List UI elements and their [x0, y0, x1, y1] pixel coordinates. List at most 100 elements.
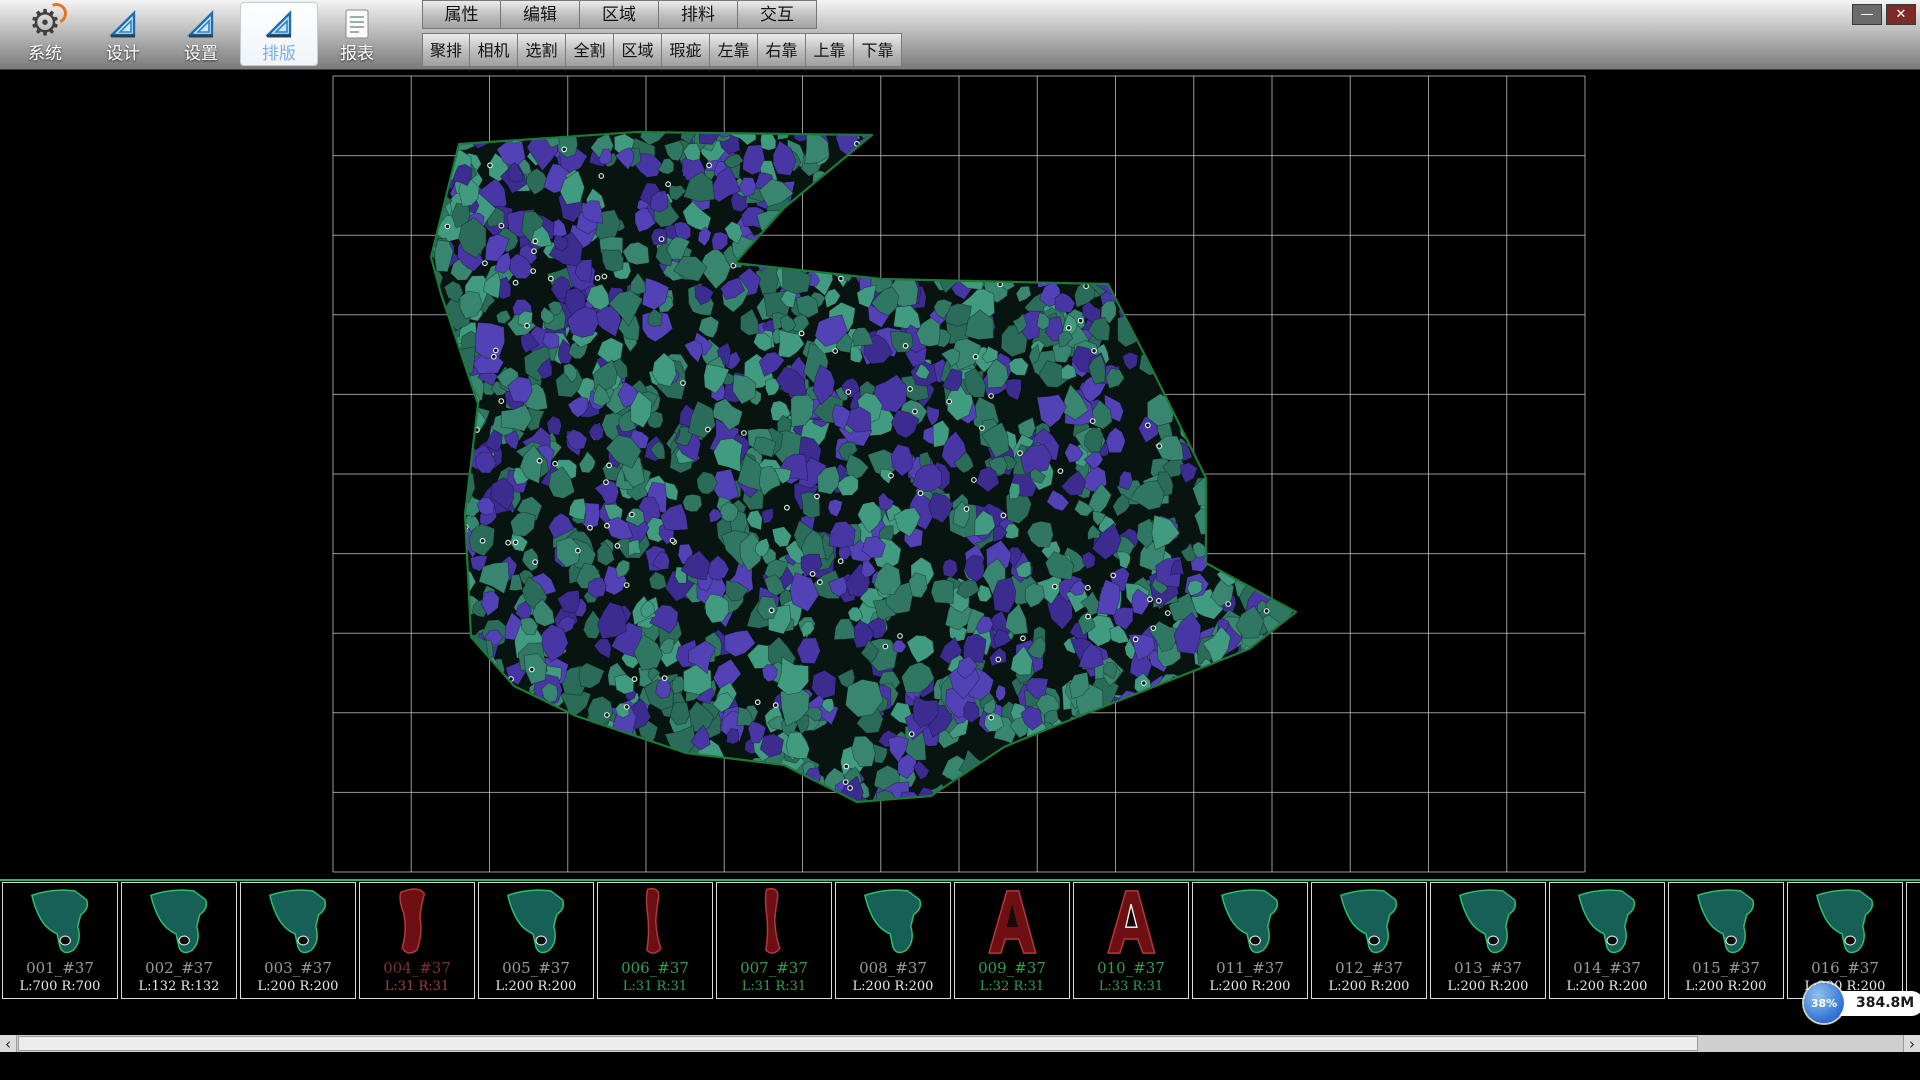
ruler-icon [264, 9, 294, 39]
piece-lr-count: L:31 R:31 [717, 979, 831, 994]
piece-thumbnail[interactable]: 002_#37 L:132 R:132 [121, 882, 237, 999]
piece-thumbnail[interactable]: 011_#37 L:200 R:200 [1192, 882, 1308, 999]
menu-tab-properties[interactable]: 属性 [422, 0, 501, 29]
piece-lr-count: L:200 R:200 [1312, 979, 1426, 994]
window-controls: — ✕ [1852, 4, 1916, 25]
piece-id-label: 012_#37 [1312, 959, 1426, 977]
piece-shape [1439, 885, 1537, 959]
piece-thumbnail[interactable]: 016_#37L:200 R:200 [1787, 882, 1903, 999]
main-button-system[interactable]: ⚙系统 [6, 2, 84, 66]
main-button-bar: ⚙系统设计设置排版报表 [6, 2, 396, 68]
toolbar: ⚙系统设计设置排版报表 属性编辑区域排料交互 聚排相机选割全割区域瑕疵左靠右靠上… [0, 0, 1920, 70]
piece-id-label: 002_#37 [122, 959, 236, 977]
piece-lr-count: L:132 R:132 [122, 979, 236, 994]
tool-button-defect[interactable]: 瑕疵 [662, 33, 710, 67]
piece-thumbnail[interactable]: 013_#37L:200 R:200 [1430, 882, 1546, 999]
horizontal-scrollbar[interactable]: ‹ › [0, 1035, 1920, 1052]
main-button-design[interactable]: 设计 [84, 2, 162, 66]
piece-shape [11, 885, 109, 959]
main-button-label: 系统 [28, 44, 62, 64]
scroll-right-arrow[interactable]: › [1903, 1035, 1920, 1052]
piece-thumbnail[interactable]: 010_#37 L:33 R:31 [1073, 882, 1189, 999]
piece-lr-count: L:200 R:200 [836, 979, 950, 994]
tool-button-snap-bottom[interactable]: 下靠 [854, 33, 902, 67]
tool-button-snap-left[interactable]: 左靠 [710, 33, 758, 67]
main-button-settings[interactable]: 设置 [162, 2, 240, 66]
piece-id-label: 014_#37 [1550, 959, 1664, 977]
piece-thumbnail[interactable]: 009_#37 L:32 R:31 [954, 882, 1070, 999]
piece-lr-count: L:200 R:200 [479, 979, 593, 994]
tool-button-snap-top[interactable]: 上靠 [806, 33, 854, 67]
piece-lr-count: L:31 R:31 [598, 979, 712, 994]
close-button[interactable]: ✕ [1886, 4, 1916, 25]
piece-shape [1201, 885, 1299, 959]
piece-id-label: 007_#37 [717, 959, 831, 977]
tool-button-cut-all[interactable]: 全割 [566, 33, 614, 67]
piece-id-label: 004_#37 [360, 959, 474, 977]
piece-thumbnail[interactable]: 008_#37L:200 R:200 [835, 882, 951, 999]
piece-lr-count: L:200 R:200 [1193, 979, 1307, 994]
scroll-left-arrow[interactable]: ‹ [0, 1035, 17, 1052]
piece-id-label: 009_#37 [955, 959, 1069, 977]
menu-tab-edit[interactable]: 编辑 [501, 0, 580, 29]
scrollbar-thumb[interactable] [18, 1036, 1698, 1051]
progress-indicator: 38% [1804, 983, 1844, 1023]
piece-thumbnail[interactable]: 005_#37 L:200 R:200 [478, 882, 594, 999]
tool-button-snap-right[interactable]: 右靠 [758, 33, 806, 67]
menu-tab-nesting[interactable]: 排料 [659, 0, 738, 29]
piece-thumbnail[interactable]: 006_#37 L:31 R:31 [597, 882, 713, 999]
piece-id-label: 005_#37 [479, 959, 593, 977]
tool-button-cluster-nest[interactable]: 聚排 [422, 33, 470, 67]
piece-thumbnail[interactable]: 003_#37 L:200 R:200 [240, 882, 356, 999]
piece-id-label: 013_#37 [1431, 959, 1545, 977]
piece-lr-count: L:32 R:31 [955, 979, 1069, 994]
piece-shape [606, 885, 704, 959]
piece-shape [1677, 885, 1775, 959]
tool-button-camera[interactable]: 相机 [470, 33, 518, 67]
main-button-label: 设计 [106, 44, 140, 64]
piece-id-label: 003_#37 [241, 959, 355, 977]
piece-id-label: 001_#37 [3, 959, 117, 977]
piece-shape [1320, 885, 1418, 959]
piece-shape [1796, 885, 1894, 959]
piece-thumbnail-partial[interactable] [1906, 882, 1920, 999]
application-window: ⚙系统设计设置排版报表 属性编辑区域排料交互 聚排相机选割全割区域瑕疵左靠右靠上… [0, 0, 1920, 1080]
piece-thumbnail[interactable]: 001_#37 L:700 R:700 [2, 882, 118, 999]
report-icon [342, 7, 372, 41]
piece-id-label: 006_#37 [598, 959, 712, 977]
canvas-area[interactable] [0, 70, 1920, 879]
piece-id-label: 016_#37 [1788, 959, 1902, 977]
main-button-layout[interactable]: 排版 [240, 2, 318, 66]
piece-shape [1558, 885, 1656, 959]
main-button-label: 报表 [340, 44, 374, 64]
nesting-canvas[interactable] [0, 70, 1920, 879]
main-button-report[interactable]: 报表 [318, 2, 396, 66]
piece-lr-count: L:31 R:31 [360, 979, 474, 994]
piece-thumbnail[interactable]: 012_#37 L:200 R:200 [1311, 882, 1427, 999]
piece-thumbnail[interactable]: 007_#37 L:31 R:31 [716, 882, 832, 999]
piece-lr-count: L:200 R:200 [241, 979, 355, 994]
piece-lr-count: L:200 R:200 [1669, 979, 1783, 994]
piece-lr-count: L:33 R:31 [1074, 979, 1188, 994]
piece-thumbnail[interactable]: 015_#37L:200 R:200 [1668, 882, 1784, 999]
menu-tab-region[interactable]: 区域 [580, 0, 659, 29]
piece-shape [844, 885, 942, 959]
piece-shape [963, 885, 1061, 959]
ruler-icon [186, 9, 216, 39]
piece-thumbnail[interactable]: 014_#37L:200 R:200 [1549, 882, 1665, 999]
gear-icon: ⚙ [29, 5, 61, 43]
piece-shape [1082, 885, 1180, 959]
ruler-icon [108, 9, 138, 39]
tool-button-select-cut[interactable]: 选割 [518, 33, 566, 67]
piece-shape [249, 885, 347, 959]
minimize-button[interactable]: — [1852, 4, 1882, 25]
piece-id-label: 010_#37 [1074, 959, 1188, 977]
piece-thumbnail[interactable]: 004_#37 L:31 R:31 [359, 882, 475, 999]
tool-button-region[interactable]: 区域 [614, 33, 662, 67]
piece-id-label: 011_#37 [1193, 959, 1307, 977]
piece-thumbnail-strip: 001_#37 L:700 R:700 002_#37 L:132 R:132 003_… [0, 879, 1920, 1001]
menu-tab-interaction[interactable]: 交互 [738, 0, 817, 29]
main-button-label: 设置 [184, 44, 218, 64]
menu-tab-bar: 属性编辑区域排料交互 [422, 0, 817, 29]
piece-lr-count: L:700 R:700 [3, 979, 117, 994]
